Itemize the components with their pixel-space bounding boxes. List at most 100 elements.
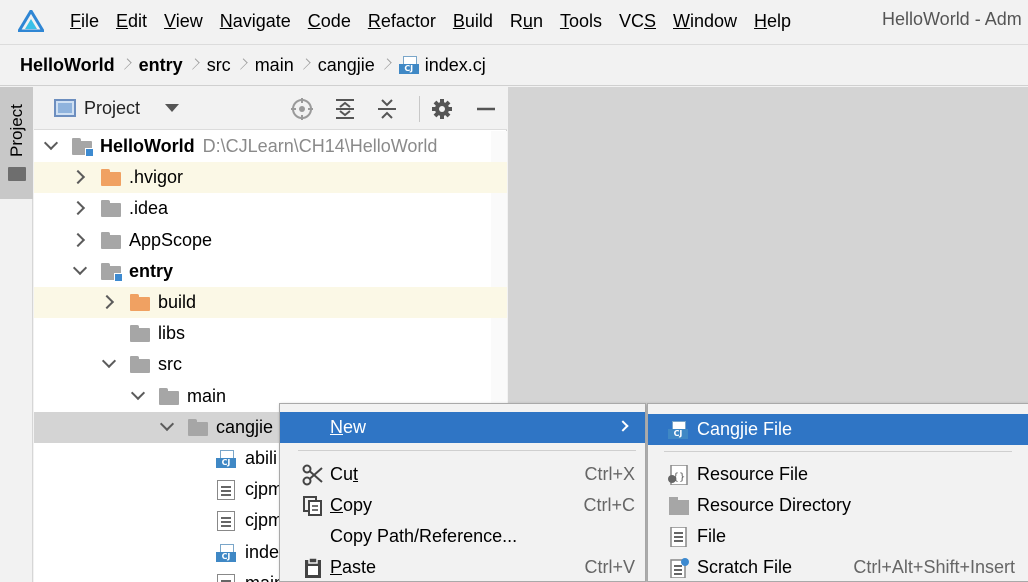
folder-icon <box>130 294 150 311</box>
chevron-right-icon[interactable] <box>99 294 115 310</box>
menu-label-rest: efactor <box>380 10 436 31</box>
chevron-down-icon[interactable] <box>159 416 175 431</box>
chevron-down-icon[interactable] <box>165 104 179 112</box>
submenu-item[interactable]: File <box>648 521 1028 552</box>
tree-label: AppScope <box>129 230 212 251</box>
menu-bar: File Edit View Navigate Code Refactor Build Run… <box>0 0 1028 42</box>
breadcrumb-item[interactable]: entry <box>139 55 183 76</box>
submenu-item[interactable]: Scratch File Ctrl+Alt+Shift+Insert <box>648 552 1028 582</box>
tree-label-text: cangjie <box>216 416 274 437</box>
tree-row[interactable]: build <box>34 287 507 318</box>
tree-row[interactable]: .idea <box>34 193 507 224</box>
project-tool-button[interactable]: Project <box>0 87 33 199</box>
breadcrumb-item[interactable]: cangjie <box>318 55 375 76</box>
chevron-down-icon[interactable] <box>72 260 88 275</box>
collapse-all-icon[interactable] <box>375 97 399 121</box>
menu-label-rest: avigate <box>232 10 291 31</box>
menu-item[interactable]: Window <box>673 11 737 32</box>
cj-tag: CJ <box>398 64 419 74</box>
menu-mnemonic: C <box>330 495 343 515</box>
menu-item[interactable]: Navigate <box>220 11 291 32</box>
chevron-right-icon <box>121 58 129 72</box>
context-menu-item[interactable]: Cut Ctrl+X <box>280 459 645 490</box>
breadcrumb: HelloWorld entry src main cangjie CJ index.cj <box>0 44 1028 86</box>
context-menu-item[interactable]: Copy Path/Reference... <box>280 521 645 552</box>
menu-item[interactable]: Run <box>510 11 543 32</box>
breadcrumb-file[interactable]: CJ index.cj <box>398 55 486 76</box>
project-panel-title: Project <box>84 98 141 118</box>
minimize-icon[interactable] <box>474 97 498 121</box>
chevron-right-icon <box>381 58 389 72</box>
chevron-right-icon <box>237 58 245 72</box>
chevron-down-icon[interactable] <box>101 354 117 369</box>
shortcut-text: Ctrl+C <box>583 495 635 515</box>
text-file-icon <box>217 511 235 532</box>
tree-label: abili <box>245 448 277 469</box>
breadcrumb-item[interactable]: HelloWorld <box>20 55 115 76</box>
cj-tag: CJ <box>216 458 236 468</box>
tree-label: .idea <box>129 198 168 219</box>
folder-icon <box>101 169 121 187</box>
tree-label: build <box>158 292 196 313</box>
submenu-label: Resource Directory <box>697 495 852 515</box>
tree-row[interactable]: entry <box>34 256 507 287</box>
locate-icon[interactable] <box>290 97 314 121</box>
menu-item[interactable]: Code <box>308 11 351 32</box>
chevron-down-icon[interactable] <box>130 385 146 400</box>
tree-label-text: cjpm <box>245 510 284 531</box>
context-menu-item[interactable]: New <box>280 412 645 443</box>
tree-row[interactable]: HelloWorld D:\CJLearn\CH14\HelloWorld <box>34 131 507 162</box>
submenu-item[interactable]: {} Resource File <box>648 459 1028 490</box>
menu-item[interactable]: Refactor <box>368 11 436 32</box>
folder-icon <box>159 387 179 405</box>
context-menu: New Cut Ctrl+X Copy Ctrl+C Copy Path/Referenc… <box>279 403 646 582</box>
breadcrumb-item[interactable]: main <box>255 55 294 76</box>
menu-item[interactable]: File <box>70 11 99 32</box>
breadcrumb-item[interactable]: src <box>207 55 231 76</box>
context-menu-item[interactable]: Paste Ctrl+V <box>280 552 645 582</box>
project-view-icon <box>54 99 76 117</box>
menu-mnemonic: H <box>754 10 768 31</box>
new-submenu: CJ Cangjie File {} Resource File Resource Di… <box>647 403 1028 582</box>
chevron-right-icon[interactable] <box>70 232 86 247</box>
menu-mnemonic: V <box>164 10 176 31</box>
tree-label: HelloWorld D:\CJLearn\CH14\HelloWorld <box>100 136 437 157</box>
text-file-icon <box>217 573 235 582</box>
expand-all-icon[interactable] <box>333 97 357 121</box>
menu-mnemonic: W <box>673 10 691 31</box>
menu-item[interactable]: Tools <box>560 11 602 32</box>
menu-item[interactable]: View <box>164 11 203 32</box>
tree-label: inde <box>245 542 279 563</box>
tree-row[interactable]: libs <box>34 318 507 349</box>
tree-row[interactable]: AppScope <box>34 225 507 256</box>
chevron-down-icon[interactable] <box>43 135 59 151</box>
submenu-label: File <box>697 526 727 546</box>
folder-icon <box>130 325 150 343</box>
tree-label-text: HelloWorld <box>100 136 195 156</box>
resource-directory-icon <box>669 497 689 515</box>
menu-item[interactable]: VCS <box>619 11 656 32</box>
context-menu-item[interactable]: Copy Ctrl+C <box>280 490 645 521</box>
menu-item[interactable]: Edit <box>116 11 147 32</box>
tree-label: .hvigor <box>129 167 183 188</box>
tree-label: cjpm <box>245 479 283 500</box>
chevron-right-icon[interactable] <box>70 170 86 185</box>
tree-label: entry <box>129 261 173 282</box>
chevron-right-icon[interactable] <box>70 201 86 216</box>
tree-row[interactable]: .hvigor <box>34 162 507 194</box>
tree-label: cangjie <box>216 417 273 438</box>
submenu-item[interactable]: CJ Cangjie File <box>648 414 1028 445</box>
shortcut-text: Ctrl+X <box>584 464 635 484</box>
menu-item[interactable]: Build <box>453 11 493 32</box>
submenu-item[interactable]: Resource Directory <box>648 490 1028 521</box>
tree-label-text: AppScope <box>129 229 213 250</box>
folder-icon <box>8 167 26 181</box>
left-tool-strip: Project <box>0 87 33 582</box>
gear-icon[interactable] <box>430 97 454 121</box>
tree-row[interactable]: src <box>34 349 507 380</box>
file-icon <box>670 527 687 547</box>
context-menu-label: New <box>330 417 366 438</box>
label-prefix: Cu <box>330 464 354 484</box>
submenu-label: Scratch File <box>697 557 793 577</box>
menu-item[interactable]: Help <box>754 11 791 32</box>
